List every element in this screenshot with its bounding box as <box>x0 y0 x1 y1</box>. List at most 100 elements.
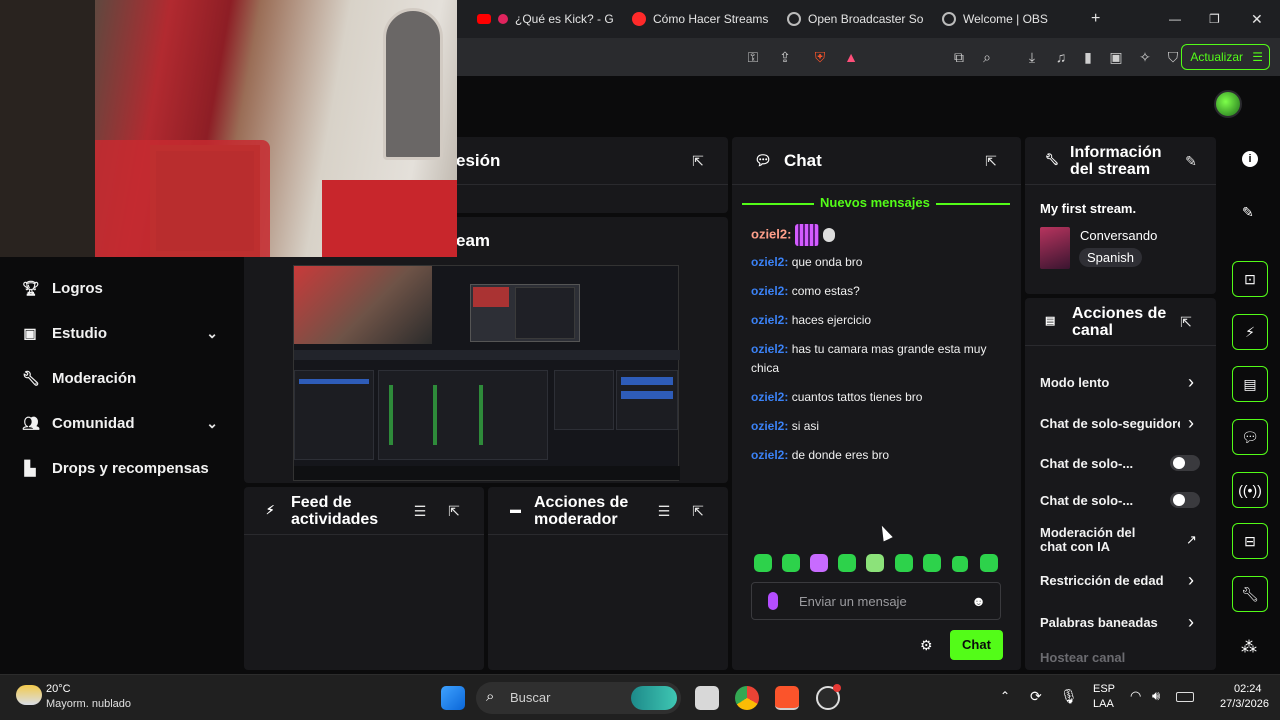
maximize-icon[interactable]: ❐ <box>1209 6 1223 32</box>
settings-gear-icon[interactable]: ⚙ <box>920 637 933 654</box>
emote-icon[interactable] <box>980 554 998 572</box>
chat-message: oziel2: de donde eres bro <box>751 448 890 462</box>
browser-tab-obs[interactable]: Open Broadcaster So <box>787 6 937 32</box>
lightning-icon[interactable]: ⚡︎ <box>1232 314 1268 350</box>
brave-icon[interactable] <box>775 686 799 710</box>
weather-temp[interactable]: 20°C <box>46 683 71 695</box>
toggle-switch[interactable] <box>1170 492 1200 508</box>
emote-icon[interactable] <box>810 554 828 572</box>
battery-icon[interactable] <box>1176 692 1194 702</box>
popout-icon[interactable]: ⇱ <box>446 503 462 519</box>
file-explorer-icon[interactable] <box>695 686 719 710</box>
taskbar-search[interactable]: ⌕ Buscar <box>476 682 681 714</box>
channel-action-ai-moderation[interactable]: Moderación del chat con IA <box>1040 526 1165 554</box>
clock-date[interactable]: 27/3/2026 <box>1220 698 1269 710</box>
close-icon[interactable]: ✕ <box>1251 6 1265 32</box>
document-icon[interactable]: ▤ <box>1232 366 1268 402</box>
broadcast-icon[interactable]: ((•)) <box>1232 472 1268 508</box>
extensions-icon[interactable]: ⧉ <box>951 49 967 65</box>
emoji-icon[interactable]: ☻ <box>971 593 986 609</box>
avatar[interactable] <box>1214 90 1242 118</box>
emote-icon[interactable] <box>754 554 772 572</box>
channel-action-host[interactable]: Hostear canal <box>1040 650 1125 665</box>
sync-icon[interactable]: ⟳ <box>1030 688 1042 705</box>
chevron-up-icon[interactable]: ⌃ <box>1000 689 1010 703</box>
stream-info-title: Información del stream <box>1070 143 1162 178</box>
clock-time[interactable]: 02:24 <box>1234 683 1262 695</box>
wrench-icon[interactable]: 🔧︎ <box>1232 576 1268 612</box>
stream-info-panel: 🔧︎ Información del stream ✎ My first str… <box>1025 137 1216 294</box>
sidebar-item-logros[interactable]: 🏆︎ Logros <box>22 280 103 297</box>
popout-icon[interactable]: ⇱ <box>690 503 706 519</box>
sidebar-item-drops[interactable]: ▙ Drops y recompensas <box>22 460 209 477</box>
browser-tab-streams[interactable]: Cómo Hacer Streams <box>632 6 782 32</box>
category-thumbnail[interactable] <box>1040 227 1070 269</box>
wallet-icon[interactable]: ▣ <box>1108 49 1124 65</box>
wifi-icon[interactable]: ◠ <box>1130 688 1141 704</box>
activity-feed-panel: ⚡︎ Feed de actividades ☰ ⇱ <box>244 487 484 670</box>
emote-icon[interactable] <box>895 554 913 572</box>
filter-icon[interactable]: ☰ <box>412 503 428 519</box>
chrome-icon[interactable] <box>735 686 759 710</box>
toggle-switch[interactable] <box>1170 455 1200 471</box>
microphone-icon[interactable]: 🎙︎ <box>1060 688 1078 705</box>
leo-ai-icon[interactable]: ✧ <box>1137 49 1153 65</box>
emote-icon[interactable] <box>782 554 800 572</box>
sidebar-item-moderacion[interactable]: 🔧︎ Moderación <box>22 370 136 387</box>
channel-action-age-restriction[interactable]: Restricción de edad <box>1040 573 1164 588</box>
chat-message: oziel2: que onda bro <box>751 255 863 269</box>
chevron-right-icon[interactable]: › <box>1188 372 1194 393</box>
popout-icon[interactable]: ⇱ <box>690 153 706 169</box>
chat-input[interactable]: Enviar un mensaje ☻ <box>751 582 1001 620</box>
vpn-icon[interactable]: ⛉ <box>1165 49 1181 65</box>
volume-icon[interactable]: 🔊︎ <box>1152 688 1160 704</box>
share-icon[interactable]: ⇪ <box>777 49 793 65</box>
zoom-icon[interactable]: ⌕ <box>979 49 995 65</box>
filter-icon[interactable]: ☰ <box>656 503 672 519</box>
microphone-icon[interactable] <box>768 592 778 610</box>
language-indicator-bottom[interactable]: LAA <box>1093 698 1114 710</box>
weather-desc[interactable]: Mayorm. nublado <box>46 698 131 710</box>
chat-send-button[interactable]: Chat <box>950 630 1003 660</box>
external-link-icon[interactable]: ↗ <box>1186 532 1197 548</box>
apps-icon[interactable]: ⁂ <box>1241 637 1257 657</box>
stream-category[interactable]: Conversando <box>1080 228 1157 243</box>
windows-start-icon[interactable] <box>441 686 465 710</box>
capture-icon[interactable]: ⊡ <box>1232 261 1268 297</box>
update-button[interactable]: Actualizar ☰ <box>1181 44 1270 70</box>
channel-action-followers-only[interactable]: Chat de solo-seguidores <box>1040 416 1180 431</box>
channel-action-banned-words[interactable]: Palabras baneadas <box>1040 615 1158 630</box>
weather-icon[interactable] <box>16 685 42 705</box>
emote-icon[interactable] <box>866 554 884 572</box>
chevron-right-icon[interactable]: › <box>1188 570 1194 591</box>
brave-rewards-icon[interactable]: ▲ <box>843 49 859 65</box>
media-icon[interactable]: ♫ <box>1053 49 1069 65</box>
emote-icon[interactable] <box>923 554 941 572</box>
key-icon[interactable]: ⚿ <box>745 49 761 65</box>
chevron-right-icon[interactable]: › <box>1188 413 1194 434</box>
language-indicator-top[interactable]: ESP <box>1093 683 1115 695</box>
chat-bubble-icon[interactable]: 💬︎ <box>1232 419 1268 455</box>
new-tab-button[interactable]: + <box>1091 6 1105 32</box>
layout-icon[interactable]: ⊟ <box>1232 523 1268 559</box>
popout-icon[interactable]: ⇱ <box>983 153 999 169</box>
sidebar-toggle-icon[interactable]: ▮ <box>1080 49 1096 65</box>
browser-tab-kick[interactable]: ¿Qué es Kick? - G <box>477 6 627 32</box>
chevron-right-icon[interactable]: › <box>1188 612 1194 633</box>
channel-action-slow-mode[interactable]: Modo lento <box>1040 375 1109 390</box>
download-icon[interactable]: ⤓ <box>1024 49 1040 65</box>
popout-icon[interactable]: ⇱ <box>1178 314 1194 330</box>
browser-tab-welcome-obs[interactable]: Welcome | OBS <box>942 6 1092 32</box>
obs-icon <box>787 12 801 26</box>
emote-icon[interactable] <box>952 556 968 572</box>
windows-taskbar: 20°C Mayorm. nublado ⌕ Buscar ⌃ ⟳ 🎙︎ ESP… <box>0 674 1280 720</box>
minimize-icon[interactable]: — <box>1169 6 1183 32</box>
info-icon[interactable]: i <box>1242 151 1258 167</box>
brave-shield-icon[interactable]: ⛨ <box>812 49 828 65</box>
sidebar-item-estudio[interactable]: ▣ Estudio ⌄ <box>22 325 218 342</box>
edit-pencil-icon[interactable]: ✎ <box>1183 153 1199 169</box>
sidebar-item-comunidad[interactable]: 👥︎ Comunidad ⌄ <box>22 415 218 432</box>
edit-pencil-icon[interactable]: ✎ <box>1242 204 1254 221</box>
emote-icon[interactable] <box>838 554 856 572</box>
stream-preview-video[interactable] <box>293 265 680 481</box>
